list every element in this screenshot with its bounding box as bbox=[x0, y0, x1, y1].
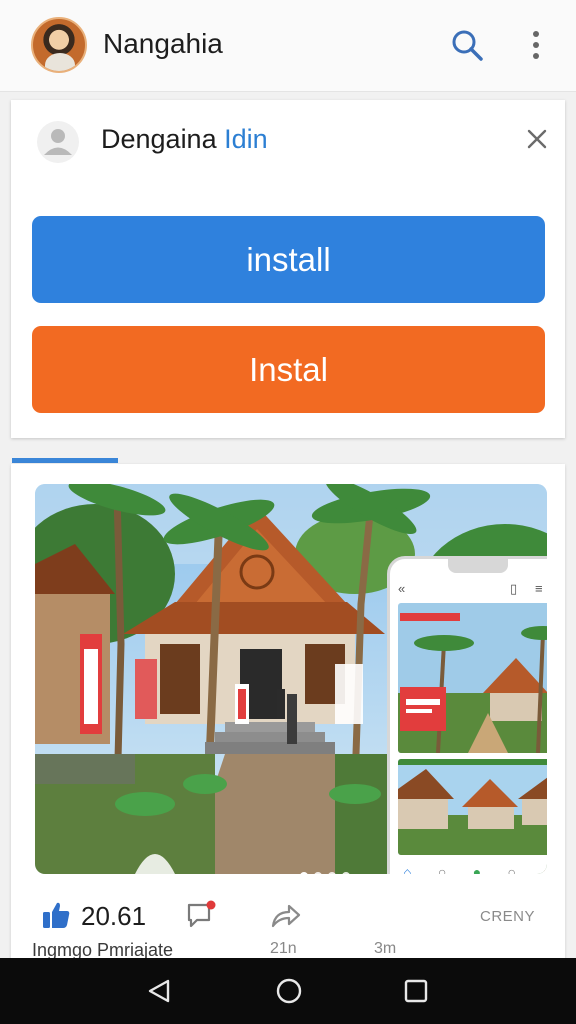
bookmark-icon: ▯ bbox=[510, 581, 518, 596]
search-icon: ○ bbox=[437, 864, 447, 874]
phone-notch bbox=[448, 559, 508, 573]
post-card: « ▯ ≡ ⌂ ○ ● ○ 20.61 CRENY bbox=[11, 464, 565, 964]
home-circle-icon[interactable] bbox=[275, 977, 303, 1005]
carousel-dot[interactable] bbox=[300, 872, 308, 874]
carousel-dot[interactable] bbox=[328, 872, 336, 874]
account-name-main: Dengaina bbox=[101, 124, 217, 154]
recent-apps-icon[interactable] bbox=[403, 978, 429, 1004]
account-name-accent: Idin bbox=[216, 124, 268, 154]
user-placeholder-icon bbox=[37, 121, 79, 163]
install-button-primary[interactable]: install bbox=[32, 216, 545, 303]
chevron-left-icon: « bbox=[398, 581, 406, 596]
phone-preview: « ▯ ≡ ⌂ ○ ● ○ bbox=[387, 556, 547, 874]
post-meta-1: 21n bbox=[270, 940, 297, 957]
account-name: Dengaina Idin bbox=[101, 124, 268, 155]
comment-icon[interactable] bbox=[185, 900, 217, 930]
back-icon[interactable] bbox=[146, 977, 174, 1005]
carousel-dot[interactable] bbox=[314, 872, 322, 874]
menu-icon: ≡ bbox=[535, 581, 543, 596]
circle-icon: ○ bbox=[507, 864, 517, 874]
profile-avatar[interactable] bbox=[31, 17, 87, 73]
post-actions: 20.61 CRENY bbox=[11, 896, 565, 936]
phone-nav-row: ⌂ ○ ● ○ ○ bbox=[390, 857, 547, 874]
carousel-dot[interactable] bbox=[342, 872, 350, 874]
profile-icon: ○ bbox=[542, 864, 547, 874]
more-vertical-icon[interactable] bbox=[524, 28, 548, 62]
more-options-label[interactable]: CRENY bbox=[480, 908, 535, 925]
heart-icon: ● bbox=[472, 864, 482, 874]
page-title: Nangahia bbox=[103, 28, 223, 59]
phone-top-bar: « ▯ ≡ bbox=[390, 579, 547, 601]
post-photo[interactable]: « ▯ ≡ ⌂ ○ ● ○ bbox=[35, 484, 547, 874]
install-button-secondary[interactable]: Instal bbox=[32, 326, 545, 413]
app-bar: Nangahia bbox=[0, 0, 576, 92]
carousel-dots[interactable] bbox=[300, 872, 350, 874]
post-meta-2: 3m bbox=[374, 940, 397, 957]
share-icon[interactable] bbox=[269, 900, 301, 930]
phone-screenshot-2 bbox=[398, 759, 547, 855]
thumbs-up-icon[interactable] bbox=[41, 900, 71, 930]
install-card: Dengaina Idin install Instal bbox=[11, 100, 565, 438]
system-nav-bar bbox=[0, 958, 576, 1024]
search-icon[interactable] bbox=[450, 28, 484, 62]
close-icon[interactable] bbox=[523, 125, 551, 153]
phone-screenshot-1 bbox=[398, 603, 547, 753]
tab-indicator bbox=[12, 458, 118, 463]
like-count: 20.61 bbox=[81, 901, 147, 931]
home-icon: ⌂ bbox=[403, 864, 412, 874]
